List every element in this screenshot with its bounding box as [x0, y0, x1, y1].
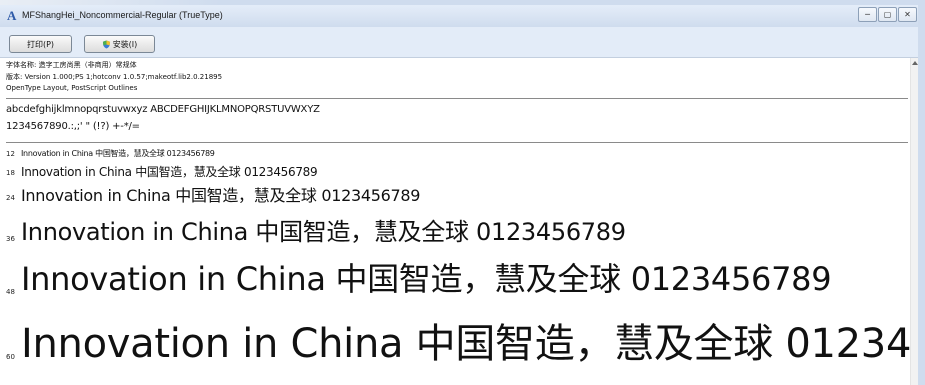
- print-button-label: 打印(P): [26, 39, 55, 49]
- sample-size-label: 24: [6, 194, 15, 202]
- install-button[interactable]: 安装(I): [84, 35, 155, 53]
- sample-text: Innovation in China 中国智造，慧及全球 0123456789: [21, 186, 421, 205]
- minimize-button[interactable]: ─: [858, 7, 877, 22]
- preview-area: 字体名称: 造字工房尚黑（非商用）常规体 版本: Version 1.000;P…: [0, 58, 918, 385]
- toolbar: 打印(P) 安装(I): [0, 27, 925, 58]
- title-bar[interactable]: A MFShangHei_Noncommercial-Regular (True…: [0, 5, 925, 27]
- divider: [6, 142, 908, 143]
- font-name-line: 字体名称: 造字工房尚黑（非商用）常规体: [6, 61, 137, 69]
- window-title: MFShangHei_Noncommercial-Regular (TrueTy…: [22, 10, 223, 20]
- font-file-icon: A: [7, 8, 17, 22]
- sample-text: Innovation in China 中国智造，慧及全球 0123456789: [21, 165, 318, 179]
- print-button[interactable]: 打印(P): [9, 35, 72, 53]
- sample-size-label: 18: [6, 169, 15, 177]
- charset-letters: abcdefghijklmnopqrstuvwxyz ABCDEFGHIJKLM…: [6, 104, 320, 115]
- sample-size-label: 12: [6, 150, 15, 158]
- uac-shield-icon: [102, 39, 110, 49]
- sample-size-label: 36: [6, 235, 15, 243]
- maximize-button[interactable]: ▢: [878, 7, 897, 22]
- charset-digits: 1234567890.:,;' " (!?) +-*/=: [6, 121, 140, 132]
- install-button-label: 安装(I): [112, 39, 138, 49]
- sample-size-label: 48: [6, 288, 15, 296]
- sample-text: Innovation in China 中国智造，慧及全球 0123456789: [21, 218, 626, 246]
- window-frame-right: [918, 0, 925, 385]
- window-controls: ─ ▢ ✕: [858, 7, 917, 22]
- sample-text: Innovation in China 中国智造，慧及全球 0123456789: [21, 321, 918, 367]
- font-version-line: 版本: Version 1.000;PS 1;hotconv 1.0.57;ma…: [6, 73, 223, 81]
- close-button[interactable]: ✕: [898, 7, 917, 22]
- sample-text: Innovation in China 中国智造，慧及全球 0123456789: [21, 260, 832, 298]
- font-type-line: OpenType Layout, PostScript Outlines: [6, 84, 138, 92]
- sample-size-label: 60: [6, 353, 15, 361]
- sample-text: Innovation in China 中国智造，慧及全球 0123456789: [21, 149, 215, 158]
- svg-text:A: A: [7, 8, 17, 22]
- divider: [6, 98, 908, 99]
